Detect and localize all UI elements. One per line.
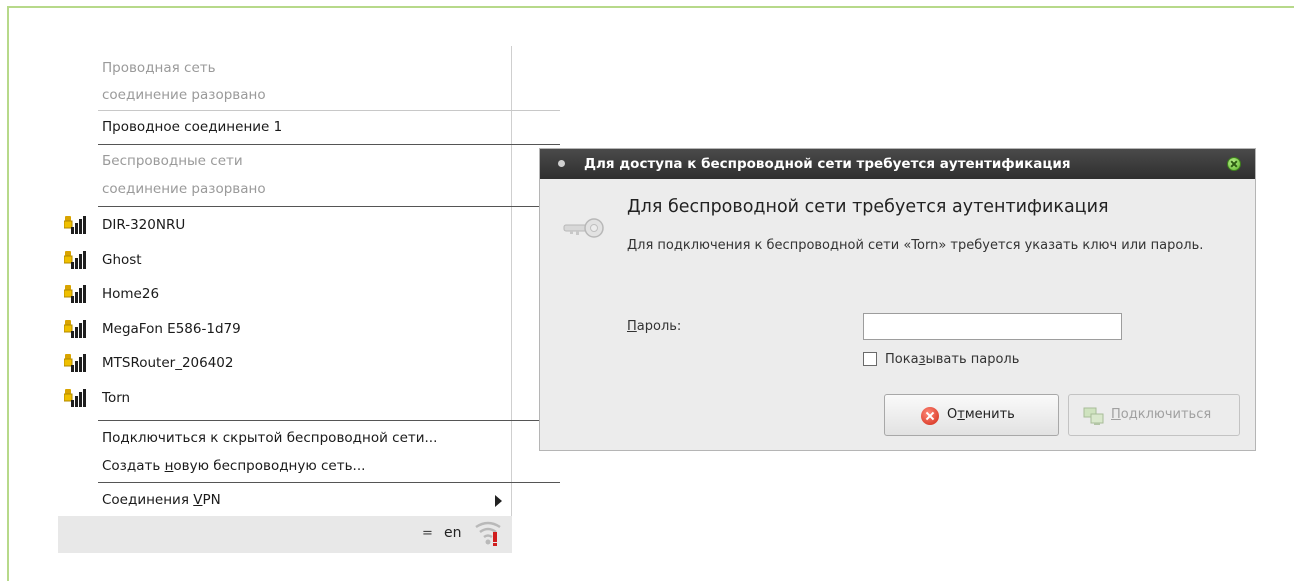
password-label: Пароль: xyxy=(627,319,682,334)
create-new-label: Создать новую беспроводную сеть... xyxy=(102,458,366,474)
network-name: MegaFon E586-1d79 xyxy=(102,320,241,337)
network-menu: Проводная сеть соединение разорвано Пров… xyxy=(58,46,560,553)
menu-item-connect-hidden[interactable]: Подключиться к скрытой беспроводной сети… xyxy=(58,423,512,453)
menu-item-vpn-connections[interactable]: Соединения VPN xyxy=(58,485,512,515)
wifi-signal-lock-icon xyxy=(63,285,86,304)
menu-item-network[interactable]: MTSRouter_206402 xyxy=(58,348,512,378)
menu-item-network[interactable]: Home26 xyxy=(58,279,512,309)
cancel-button[interactable]: Отменить xyxy=(884,394,1059,436)
wired-connection-label: Проводное соединение 1 xyxy=(102,119,283,135)
menu-item-network[interactable]: Torn xyxy=(58,383,512,413)
dialog-title: Для доступа к беспроводной сети требуетс… xyxy=(584,156,1071,172)
cancel-button-label: Отменить xyxy=(947,407,1015,422)
menu-wireless-header: Беспроводные сети xyxy=(58,146,512,176)
keyboard-layout-indicator[interactable]: en xyxy=(444,525,462,541)
network-disconnected-icon[interactable] xyxy=(474,521,502,551)
wireless-status-label: соединение разорвано xyxy=(102,181,266,197)
close-icon[interactable] xyxy=(1227,157,1241,171)
menu-wireless-status: соединение разорвано xyxy=(58,174,512,204)
wifi-signal-lock-icon xyxy=(63,319,86,339)
password-field[interactable] xyxy=(863,313,1122,340)
window-menu-icon[interactable] xyxy=(558,160,565,167)
network-name: Ghost xyxy=(102,251,142,268)
submenu-arrow-icon xyxy=(495,495,502,507)
wifi-signal-lock-icon xyxy=(63,354,86,373)
menu-separator xyxy=(98,482,560,483)
show-password-label[interactable]: Показывать пароль xyxy=(885,352,1019,367)
cancel-icon xyxy=(921,407,939,425)
system-tray: = en xyxy=(58,516,512,553)
wired-status-label: соединение разорвано xyxy=(102,87,266,103)
wireless-auth-dialog: Для доступа к беспроводной сети требуетс… xyxy=(539,148,1256,451)
menu-item-create-new[interactable]: Создать новую беспроводную сеть... xyxy=(58,451,512,481)
menu-item-wired-connection[interactable]: Проводное соединение 1 xyxy=(58,112,512,142)
menu-separator xyxy=(98,206,560,207)
wifi-signal-lock-icon xyxy=(63,250,86,270)
network-name: MTSRouter_206402 xyxy=(102,355,234,371)
vpn-label: Соединения VPN xyxy=(102,492,221,508)
key-icon xyxy=(562,215,606,245)
wifi-signal-lock-icon xyxy=(63,388,86,408)
menu-separator xyxy=(98,420,560,421)
menu-item-network[interactable]: Ghost xyxy=(58,245,512,275)
menu-wired-status: соединение разорвано xyxy=(58,80,512,110)
dialog-titlebar[interactable]: Для доступа к беспроводной сети требуетс… xyxy=(540,149,1255,179)
wifi-signal-lock-icon xyxy=(63,216,86,235)
network-name: Home26 xyxy=(102,286,160,302)
wired-header-label: Проводная сеть xyxy=(102,60,216,76)
menu-item-network[interactable]: MegaFon E586-1d79 xyxy=(58,314,512,344)
dialog-heading: Для беспроводной сети требуется аутентиф… xyxy=(627,197,1109,217)
menu-item-network[interactable]: DIR-320NRU xyxy=(58,210,512,240)
show-password-checkbox[interactable] xyxy=(863,352,877,366)
menu-wired-header: Проводная сеть xyxy=(58,53,512,83)
connect-hidden-label: Подключиться к скрытой беспроводной сети… xyxy=(102,430,438,446)
menu-separator xyxy=(98,144,560,145)
tray-separator: = xyxy=(422,526,433,541)
dialog-description: Для подключения к беспроводной сети «Tor… xyxy=(627,238,1204,253)
network-name: Torn xyxy=(102,389,131,406)
menu-separator xyxy=(98,110,560,111)
network-connect-icon xyxy=(1083,407,1105,431)
connect-button-label: Подключиться xyxy=(1111,407,1212,422)
wireless-header-label: Беспроводные сети xyxy=(102,153,243,169)
connect-button[interactable]: Подключиться xyxy=(1068,394,1240,436)
network-name: DIR-320NRU xyxy=(102,217,186,233)
